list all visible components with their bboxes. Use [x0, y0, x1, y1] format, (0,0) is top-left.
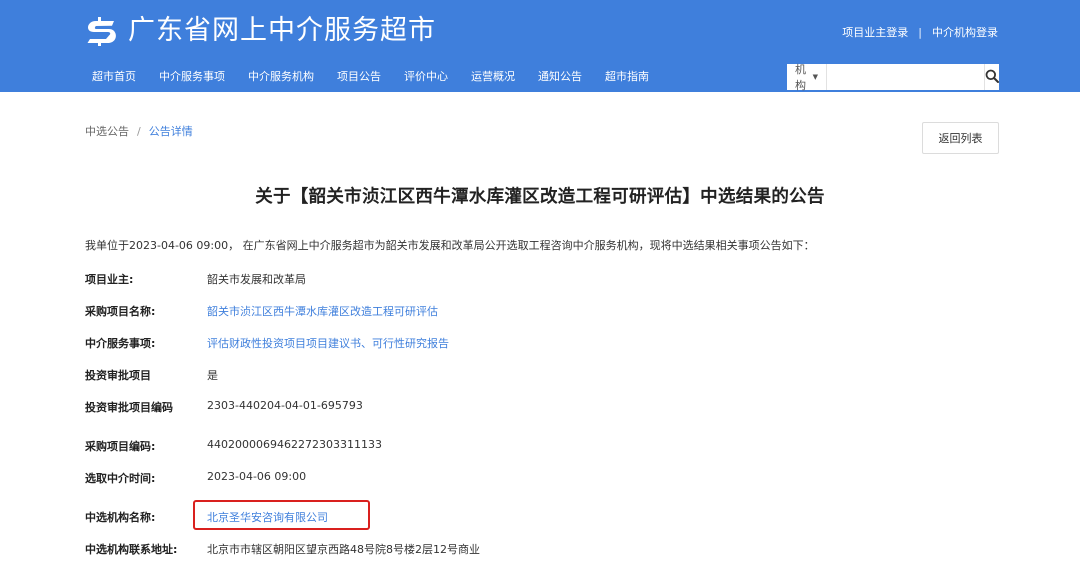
field-value-selected-agency-link[interactable]: 北京圣华安咨询有限公司 — [207, 509, 328, 525]
field-label-approval-code: 投资审批项目编码 — [85, 401, 173, 414]
breadcrumb-item-selection-notices[interactable]: 中选公告 — [85, 123, 129, 139]
nav-item-evaluation[interactable]: 评价中心 — [404, 67, 448, 87]
search-category-value: 机构 — [795, 63, 806, 92]
site-header: 广东省网上中介服务超市 项目业主登录 | 中介机构登录 超市首页 中介服务事项 … — [0, 0, 1080, 92]
nav-item-operations[interactable]: 运营概况 — [471, 67, 515, 87]
nav-item-announcements[interactable]: 通知公告 — [538, 67, 582, 87]
field-label-selection-time: 选取中介时间: — [85, 472, 156, 485]
nav-item-guide[interactable]: 超市指南 — [605, 67, 649, 87]
intro-text: 我单位于2023-04-06 09:00， 在广东省网上中介服务超市为韶关市发展… — [85, 239, 815, 252]
field-label-investment-approval: 投资审批项目 — [85, 369, 151, 382]
breadcrumb-separator: / — [137, 124, 141, 138]
top-links: 项目业主登录 | 中介机构登录 — [842, 24, 998, 40]
site-logo[interactable]: 广东省网上中介服务超市 — [84, 16, 436, 46]
field-value-service-item-link[interactable]: 评估财政性投资项目项目建议书、可行性研究报告 — [207, 335, 449, 351]
search-icon — [985, 68, 999, 87]
field-value-approval-code: 2303-440204-04-01-695793 — [207, 399, 363, 412]
search-category-select[interactable]: 机构 ▼ — [787, 63, 827, 92]
nav-item-home[interactable]: 超市首页 — [92, 67, 136, 87]
field-value-selection-time: 2023-04-06 09:00 — [207, 470, 307, 483]
field-value-project-owner: 韶关市发展和改革局 — [207, 273, 306, 286]
search-bar: 机构 ▼ — [787, 63, 999, 92]
nav-item-agencies[interactable]: 中介服务机构 — [248, 67, 314, 87]
field-value-investment-approval: 是 — [207, 369, 218, 382]
field-label-agency-address: 中选机构联系地址: — [85, 543, 178, 556]
field-label-selected-agency: 中选机构名称: — [85, 511, 156, 524]
field-label-project-name: 采购项目名称: — [85, 305, 156, 318]
search-button[interactable] — [984, 64, 999, 90]
page-title: 关于【韶关市浈江区西牛潭水库灌区改造工程可研评估】中选结果的公告 — [255, 187, 825, 207]
dollar-s-logo-icon — [84, 16, 120, 46]
field-value-project-name-link[interactable]: 韶关市浈江区西牛潭水库灌区改造工程可研评估 — [207, 303, 438, 319]
field-label-procurement-code: 采购项目编码: — [85, 440, 156, 453]
breadcrumb: 中选公告 / 公告详情 — [85, 123, 193, 139]
site-title: 广东省网上中介服务超市 — [128, 15, 436, 46]
search-input[interactable] — [827, 64, 984, 90]
field-label-project-owner: 项目业主: — [85, 273, 134, 286]
top-links-separator: | — [918, 25, 922, 39]
field-value-procurement-code: 440200006946227230331113​3 — [207, 438, 382, 451]
field-value-agency-address: 北京市市辖区朝阳区望京西路48号院8号楼2层12号商业 — [207, 543, 480, 556]
nav-item-service-items[interactable]: 中介服务事项 — [159, 67, 225, 87]
back-to-list-button[interactable]: 返回列表 — [922, 122, 999, 154]
chevron-down-icon: ▼ — [812, 73, 818, 81]
owner-login-link[interactable]: 项目业主登录 — [842, 24, 908, 40]
nav-item-project-notices[interactable]: 项目公告 — [337, 67, 381, 87]
breadcrumb-item-notice-detail[interactable]: 公告详情 — [149, 123, 193, 139]
field-label-service-item: 中介服务事项: — [85, 337, 156, 350]
main-nav: 超市首页 中介服务事项 中介服务机构 项目公告 评价中心 运营概况 通知公告 超… — [92, 67, 672, 87]
agency-login-link[interactable]: 中介机构登录 — [932, 24, 998, 40]
